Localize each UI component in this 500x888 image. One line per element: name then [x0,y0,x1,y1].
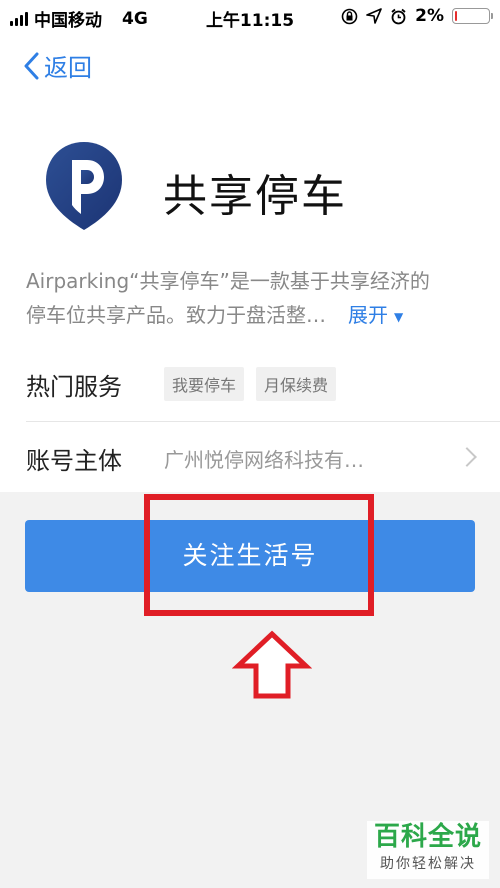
watermark-slogan: 助你轻松解决 [380,856,476,872]
description-line-2: 停车位共享产品。致力于盘活整… 展开 ▼ [26,298,478,334]
back-label: 返回 [44,54,92,82]
follow-button[interactable]: 关注生活号 [25,520,475,592]
watermark-logo: 百科全说 助你轻松解决 [367,821,489,879]
chevron-left-icon [24,52,39,79]
service-tag-park[interactable]: 我要停车 [164,367,245,401]
status-right: 2% [341,6,493,26]
annotation-arrow-up-icon [232,630,312,699]
watermark-title: 百科全说 [373,822,482,852]
battery-percent: 2% [415,6,444,26]
row-divider [26,421,500,422]
triangle-down-icon: ▼ [394,309,404,324]
back-button[interactable]: 返回 [22,48,92,83]
battery-icon [452,8,493,24]
expand-link[interactable]: 展开 ▼ [348,303,403,327]
app-name: 共享停车 [163,171,347,222]
account-entity-label: 账号主体 [26,446,122,475]
alarm-icon [391,8,406,24]
description-line-1: Airparking“共享停车”是一款基于共享经济的 [26,269,430,293]
app-logo [46,142,122,230]
hot-services-row: 热门服务 我要停车 月保续费 [26,354,500,414]
service-tag-monthly-renewal[interactable]: 月保续费 [256,367,337,401]
app-description: Airparking“共享停车”是一款基于共享经济的 停车位共享产品。致力于盘活… [26,264,478,334]
battery-level [455,11,457,21]
account-entity-row[interactable]: 账号主体 广州悦停网络科技有… [26,428,500,488]
expand-label: 展开 [348,303,388,327]
status-bar: 中国移动 4G 上午11:15 2% [0,0,500,34]
hot-services-label: 热门服务 [26,372,122,401]
description-line-2-text: 停车位共享产品。致力于盘活整… [26,303,326,327]
location-icon [366,8,382,24]
account-entity-name: 广州悦停网络科技有… [164,447,364,472]
orientation-lock-icon [341,8,358,24]
